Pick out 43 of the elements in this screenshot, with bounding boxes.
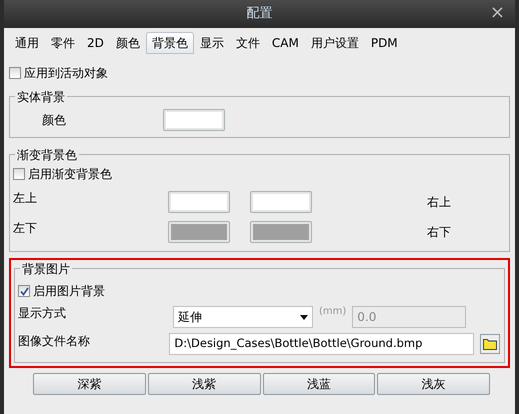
dropdown[interactable]: 延伸 [173, 306, 313, 328]
unit-label: (mm) [319, 305, 346, 319]
tab[interactable]: 文件 [230, 32, 266, 54]
tab[interactable]: 零件 [45, 32, 81, 54]
window-title: 配置 [246, 5, 272, 24]
checkbox[interactable] [13, 168, 25, 180]
checkbox[interactable] [9, 67, 21, 79]
checkbox-label: 应用到活动对象 [24, 65, 108, 82]
caret-icon [300, 314, 308, 320]
group-title: 背景图片 [20, 260, 72, 278]
checkbox[interactable] [18, 285, 30, 297]
file-path-field[interactable]: D:\Design_Cases\Bottle\Bottle\Ground.bmp [169, 333, 474, 355]
group-title: 渐变背景色 [15, 146, 79, 164]
close-button[interactable]: × [486, 3, 509, 23]
button[interactable]: 浅紫 [148, 373, 260, 395]
tab[interactable]: 2D [81, 32, 110, 54]
color-swatch[interactable] [250, 221, 312, 243]
color-swatch[interactable] [168, 221, 230, 243]
color-swatch[interactable] [163, 109, 225, 131]
field-label: 图像文件名称 [18, 333, 91, 350]
button[interactable]: 浅蓝 [262, 373, 376, 395]
folder-icon [483, 338, 498, 350]
checkbox-label: 启用图片背景 [33, 283, 105, 300]
tab[interactable]: 显示 [194, 32, 230, 54]
tab[interactable]: CAM [266, 32, 305, 54]
tab[interactable]: 用户设置 [304, 32, 365, 54]
tab[interactable]: 通用 [9, 32, 45, 54]
tab[interactable]: 颜色 [110, 32, 146, 54]
field-label: 左上 [13, 190, 38, 207]
button[interactable]: 深紫 [33, 373, 146, 395]
tab[interactable]: PDM [364, 32, 404, 54]
color-swatch[interactable] [168, 191, 230, 213]
group-title: 实体背景 [15, 88, 67, 106]
color-swatch[interactable] [250, 191, 312, 213]
field-label: 颜色 [41, 112, 67, 129]
field-label: 右下 [427, 224, 451, 241]
button[interactable]: 浅灰 [377, 373, 490, 395]
tab[interactable]: 背景色 [146, 32, 194, 54]
checkbox-label: 启用渐变背景色 [28, 166, 112, 183]
field-label: 左下 [13, 220, 38, 237]
browse-button[interactable] [480, 334, 500, 354]
field-label: 显示方式 [18, 305, 67, 322]
field-label: 右上 [427, 194, 451, 211]
